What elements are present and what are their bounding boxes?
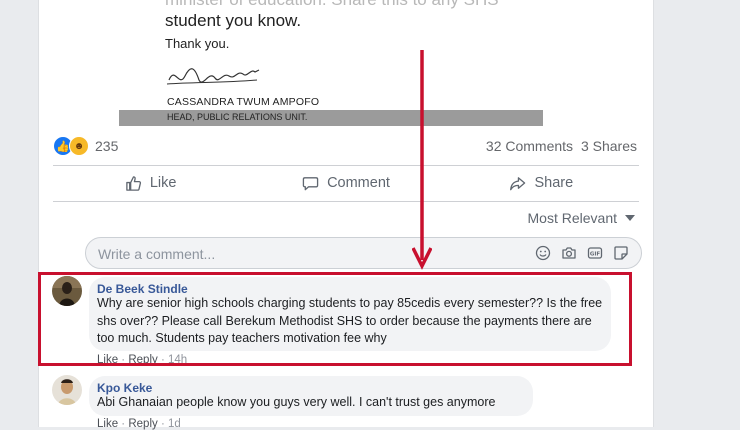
comment-text: Abi Ghanaian people know you guys very w… xyxy=(97,395,496,409)
thumbs-up-icon xyxy=(126,175,141,191)
signature-image xyxy=(166,68,260,85)
comment-placeholder: Write a comment... xyxy=(98,246,216,262)
like-label: Like xyxy=(149,175,177,191)
letter-line-1: minister of education. Share this to any… xyxy=(165,0,499,10)
reaction-count: 235 xyxy=(95,138,119,154)
comment-author[interactable]: Kpo Keke xyxy=(97,381,152,395)
post-actions: Like Comment Share xyxy=(53,165,639,201)
signatory-title: HEAD, PUBLIC RELATIONS UNIT. xyxy=(167,112,308,122)
sticker-icon[interactable] xyxy=(612,244,629,261)
reactions-summary[interactable]: 👍 ☻ 235 xyxy=(53,136,119,156)
share-button[interactable]: Share xyxy=(444,165,639,201)
comment-sort-dropdown[interactable]: Most Relevant xyxy=(528,210,635,226)
post-stats: 32 Comments 3 Shares xyxy=(482,138,637,154)
avatar[interactable] xyxy=(52,375,82,405)
sort-label: Most Relevant xyxy=(527,210,617,226)
camera-icon[interactable] xyxy=(560,244,577,261)
svg-text:GIF: GIF xyxy=(589,251,600,257)
comment-input[interactable]: Write a comment... GIF xyxy=(85,237,642,269)
post-image[interactable]: minister of education. Share this to any… xyxy=(119,0,543,126)
gif-icon[interactable]: GIF xyxy=(586,244,603,261)
comments-count-link[interactable]: 32 Comments xyxy=(486,138,573,154)
letter-line-3: Thank you. xyxy=(165,36,230,51)
composer-tools: GIF xyxy=(534,244,629,261)
comment-bubble: Kpo Keke Abi Ghanaian people know you gu… xyxy=(89,376,533,416)
comment-like-link[interactable]: Like xyxy=(97,418,118,430)
letter-line-2: student you know. xyxy=(165,11,302,30)
divider xyxy=(53,201,639,202)
caret-down-icon xyxy=(625,215,635,221)
like-button[interactable]: Like xyxy=(53,165,248,201)
comment-icon xyxy=(302,176,319,190)
share-label: Share xyxy=(534,175,574,191)
comment-reply-link[interactable]: Reply xyxy=(128,418,157,430)
share-icon xyxy=(510,176,526,190)
shares-count-link[interactable]: 3 Shares xyxy=(581,138,637,154)
comment-time[interactable]: 1d xyxy=(168,418,181,430)
highlight-box xyxy=(38,272,632,366)
comment-meta: Like · Reply · 1d xyxy=(97,418,181,430)
signatory-name: CASSANDRA TWUM AMPOFO xyxy=(167,96,320,108)
haha-reaction-icon: ☻ xyxy=(69,136,89,156)
emoji-icon[interactable] xyxy=(534,244,551,261)
red-arrow-annotation xyxy=(412,50,432,270)
comment-label: Comment xyxy=(327,175,390,191)
